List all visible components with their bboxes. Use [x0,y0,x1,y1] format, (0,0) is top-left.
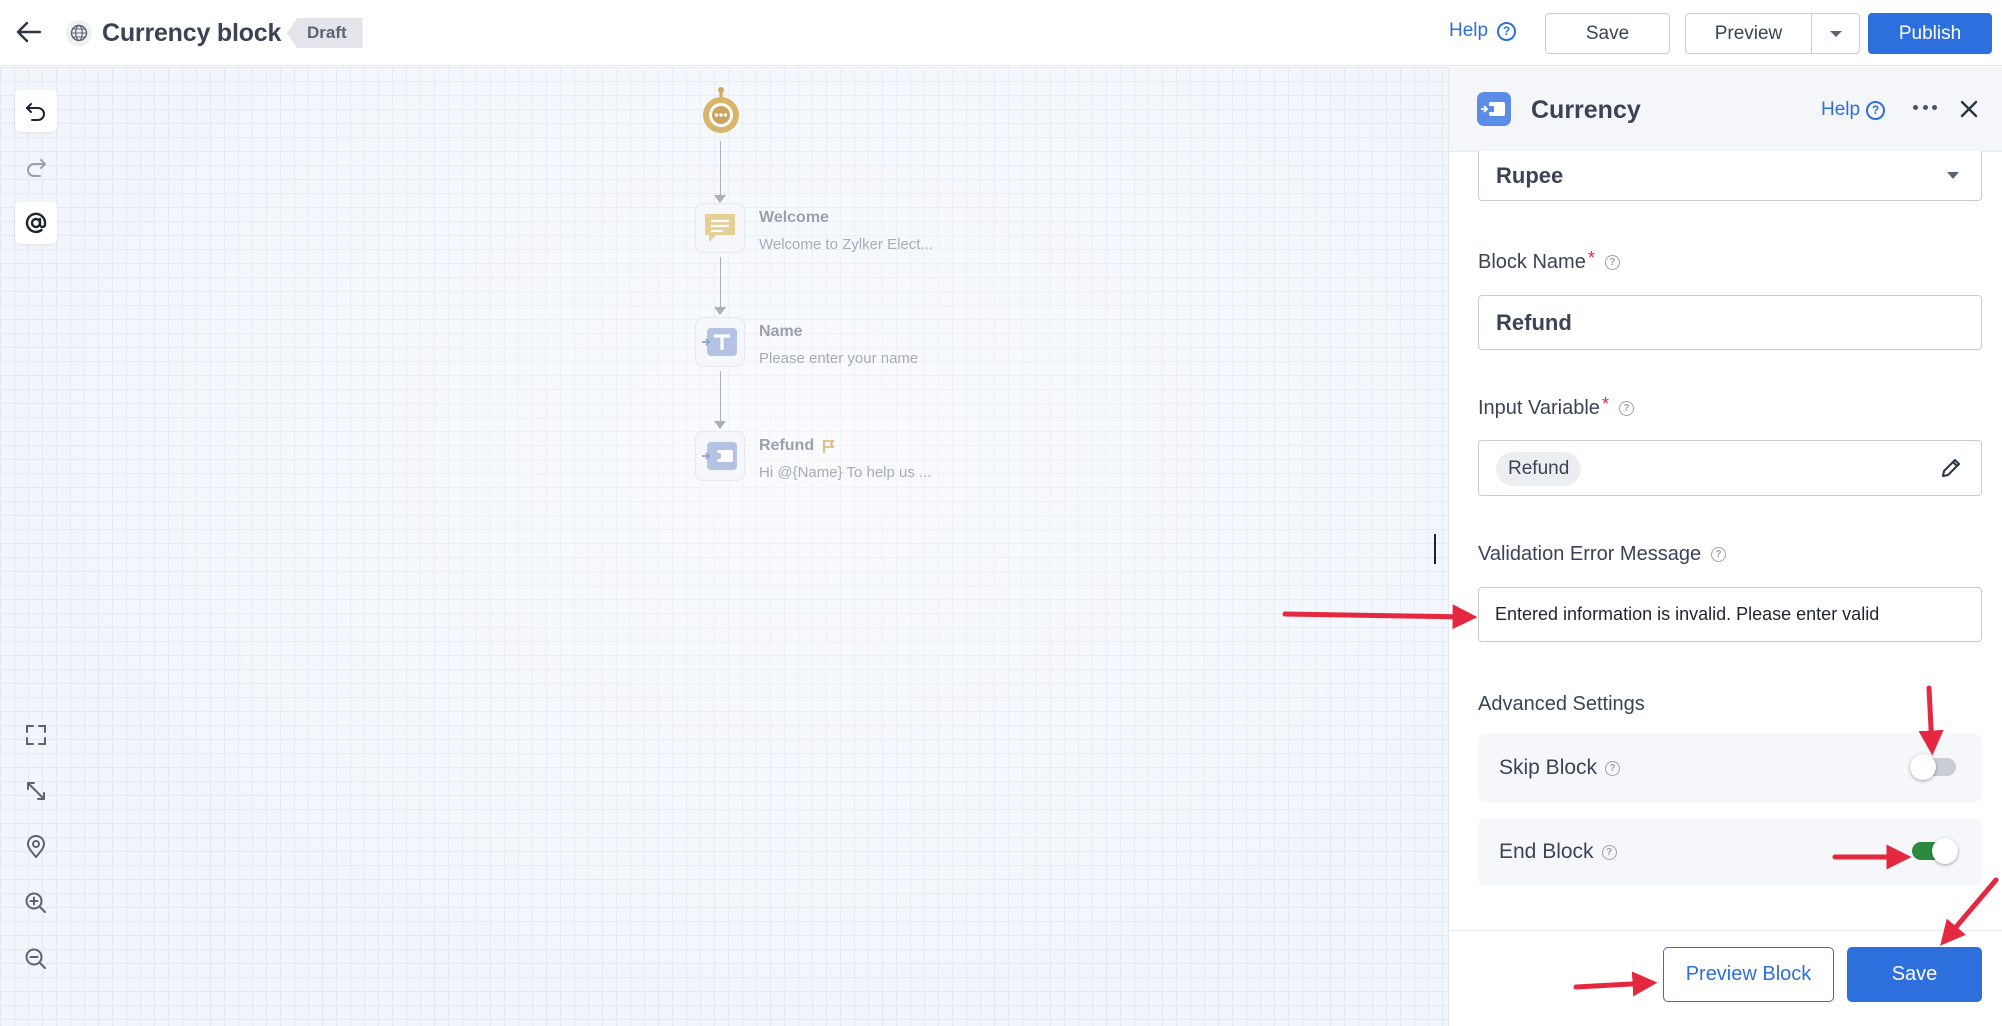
input-variable-field[interactable]: Refund [1478,440,1982,496]
flow-canvas[interactable]: Welcome Welcome to Zylker Elect... Name … [0,67,1448,1026]
node-subtitle: Please enter your name [759,350,919,367]
currency-select[interactable]: Rupee [1478,151,1982,201]
preview-dropdown-button[interactable] [1812,14,1859,53]
zoom-out-icon[interactable] [15,938,57,980]
flow-node-refund[interactable]: Refund Hi @{Name} To help us ... [695,431,932,481]
publish-button[interactable]: Publish [1868,13,1992,54]
skip-block-toggle[interactable] [1910,754,1956,780]
node-title: Welcome [759,209,829,226]
flow-arrowhead [714,307,726,315]
label-text: Skip Block [1499,756,1598,779]
flow-connector [720,141,721,201]
currency-value: Rupee [1496,162,1564,188]
mention-icon[interactable] [15,202,57,244]
more-options-icon[interactable] [1913,105,1937,113]
node-title-text: Refund [759,437,815,454]
node-title: Name [759,323,803,340]
input-variable-label: Input Variable *? [1478,394,1634,420]
block-name-input[interactable]: Refund [1478,295,1982,350]
toggle-knob [1932,838,1958,864]
caret-down-icon [1829,30,1842,37]
back-arrow-icon[interactable] [12,15,46,49]
save-button[interactable]: Save [1545,13,1670,54]
redo-icon[interactable] [15,146,57,188]
node-title: Refund [759,437,932,455]
info-icon[interactable]: ? [1618,401,1634,416]
flow-arrowhead [714,195,726,203]
help-label: Help [1821,99,1861,120]
end-block-label: End Block? [1499,840,1617,864]
node-subtitle: Welcome to Zylker Elect... [759,236,933,253]
fullscreen-icon[interactable] [15,714,57,756]
info-icon[interactable]: ? [1711,547,1727,562]
caret-down-icon [1947,172,1959,179]
toggle-knob [1910,754,1936,780]
help-label: Help [1449,20,1489,41]
label-text: Block Name [1478,251,1586,273]
skip-block-label: Skip Block? [1499,756,1621,780]
pencil-icon[interactable] [1939,456,1963,480]
label-text: Input Variable [1478,397,1600,419]
flow-connector [720,257,721,313]
required-marker: * [1601,394,1609,414]
preview-block-button[interactable]: Preview Block [1663,947,1834,1002]
panel-header: Currency Help ? [1449,67,2002,152]
info-icon[interactable]: ? [1601,844,1617,860]
text-input-icon [695,317,745,367]
question-circle-icon: ? [1497,21,1517,41]
locate-icon[interactable] [15,826,57,868]
label-text: End Block [1499,840,1594,863]
info-icon[interactable]: ? [1604,255,1620,270]
globe-icon [66,20,92,46]
skip-block-row: Skip Block? [1478,734,1982,802]
advanced-settings-title: Advanced Settings [1478,693,1645,715]
message-icon [695,203,745,253]
block-settings-panel: Currency Help ? Rupee Block Name *? Refun… [1448,67,2002,1026]
panel-save-button[interactable]: Save [1847,947,1982,1002]
fit-screen-icon[interactable] [15,770,57,812]
undo-icon[interactable] [15,90,57,132]
status-badge: Draft [287,18,363,48]
node-subtitle: Hi @{Name} To help us ... [759,464,932,481]
required-marker: * [1587,248,1595,268]
question-circle-icon: ? [1866,100,1886,120]
flag-icon [823,439,835,453]
wallet-icon [695,431,745,481]
flow-arrowhead [714,421,726,429]
validation-message-label: Validation Error Message? [1478,543,1727,566]
panel-help-link[interactable]: Help ? [1821,99,1886,121]
preview-button-group: Preview [1685,13,1860,54]
close-icon[interactable] [1957,97,1981,121]
page-title: Currency block [102,19,282,47]
validation-message-input[interactable]: Entered information is invalid. Please e… [1478,587,1982,642]
currency-block-icon [1477,92,1511,126]
flow-connector [720,371,721,427]
flow-node-welcome[interactable]: Welcome Welcome to Zylker Elect... [695,203,933,253]
end-block-toggle[interactable] [1912,838,1958,864]
block-name-label: Block Name *? [1478,248,1620,274]
start-node-icon[interactable] [699,85,743,142]
text-cursor [1434,534,1436,564]
zoom-in-icon[interactable] [15,882,57,924]
preview-button[interactable]: Preview [1686,14,1812,53]
info-icon[interactable]: ? [1605,760,1621,776]
flow-node-name[interactable]: Name Please enter your name [695,317,918,367]
end-block-row: End Block? [1478,818,1982,886]
help-link[interactable]: Help ? [1449,20,1517,42]
label-text: Validation Error Message [1478,543,1702,565]
variable-chip[interactable]: Refund [1496,452,1582,486]
panel-title: Currency [1531,96,1641,124]
top-bar: Currency block Draft Help ? Save Preview… [0,0,2002,66]
panel-footer: Preview Block Save [1449,930,2002,1026]
